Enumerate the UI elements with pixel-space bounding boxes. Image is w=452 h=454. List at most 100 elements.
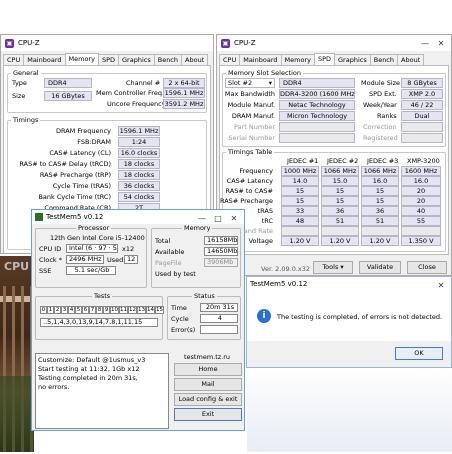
close-icon[interactable]: ✕: [433, 39, 449, 48]
cell: 1.20 V: [361, 236, 399, 246]
size-value: 16 GBytes: [44, 91, 92, 101]
trp-value: 18 clocks: [118, 170, 160, 180]
close-icon[interactable]: ✕: [226, 214, 242, 223]
test-cell-9: 9: [103, 306, 110, 314]
cpuz-title-bar: ▣ CPU-Z: [1, 35, 213, 51]
test-cell-4: 4: [68, 306, 75, 314]
cell: 16.0: [401, 176, 441, 186]
cell: 1066 MHz: [321, 166, 359, 176]
slot-group: Memory Slot Selection Slot #2 ▾ DDR4 Mod…: [222, 69, 446, 147]
type-label: Type: [12, 79, 27, 87]
dram-frequency-value: 1596.1 MHz: [118, 126, 160, 136]
module-size-label: Module Size: [361, 79, 401, 87]
cell: 15.0: [321, 176, 359, 186]
slot-select[interactable]: Slot #2 ▾: [225, 78, 275, 88]
test-cell-10: 10: [110, 306, 119, 314]
cell: [361, 226, 399, 236]
exit-button[interactable]: Exit: [174, 408, 242, 421]
test-cell-8: 8: [96, 306, 103, 314]
serial-number-label: Serial Number: [228, 134, 275, 142]
validate-button[interactable]: Validate: [359, 261, 401, 274]
maximize-icon[interactable]: □: [210, 214, 226, 223]
tab-memory[interactable]: Memory: [64, 53, 99, 65]
tab-spd[interactable]: SPD: [97, 54, 120, 65]
cycle-label: Cycle: [171, 315, 189, 323]
tab-memory[interactable]: Memory: [280, 54, 315, 65]
sse-value: 5.1 sec/Gb: [66, 266, 116, 275]
ok-button[interactable]: OK: [395, 347, 443, 360]
row-label-tras: tRAS: [257, 207, 273, 215]
correction-label: Correction: [363, 123, 397, 131]
module-size-value: 8 GBytes: [401, 78, 443, 88]
row-label-voltage: Voltage: [248, 237, 273, 245]
row-label-frequency: Frequency: [239, 167, 273, 175]
minimize-icon[interactable]: —: [417, 39, 433, 48]
tab-spd[interactable]: SPD: [313, 53, 336, 65]
type-value: DDR4: [44, 78, 92, 88]
cpu-id-cores: x12: [122, 245, 135, 253]
used-label: Used: [107, 256, 124, 264]
status-group: Status Time 20m 31s Cycle 4 Error(s): [167, 292, 241, 340]
test-cell-3: 3: [61, 306, 68, 314]
tab-bench[interactable]: Bench: [369, 54, 399, 65]
total-value: 16158Mb: [204, 236, 238, 245]
load-config-button[interactable]: Load config & exit: [174, 393, 242, 406]
part-number-label: Part Number: [233, 123, 275, 131]
spd-ext-label: SPD Ext.: [369, 90, 397, 98]
log-line: no errors.: [38, 383, 70, 391]
cell: 15: [281, 196, 319, 206]
log-textarea[interactable]: Customize: Default @1usmus_v3 Start test…: [35, 353, 169, 429]
tools-button[interactable]: Tools ▾: [313, 261, 353, 274]
spd-tab-bar: CPU Mainboard Memory SPD Graphics Bench …: [219, 53, 425, 65]
version-text: Ver. 2.09.0.x32: [261, 265, 311, 273]
close-icon[interactable]: ✕: [433, 281, 449, 290]
tab-graphics[interactable]: Graphics: [334, 54, 371, 65]
testmem-title: TestMem5 v0.12: [46, 213, 104, 221]
dram-manuf-label: DRAM Manuf.: [231, 112, 275, 120]
tab-cpu[interactable]: CPU: [219, 54, 241, 65]
dram-frequency-label: DRAM Frequency: [56, 127, 111, 135]
log-line: Testing completed in 20m 31s,: [38, 374, 138, 382]
status-legend: Status: [192, 292, 217, 300]
site-link[interactable]: testmem.tz.ru: [184, 353, 230, 361]
cell: 15: [321, 186, 359, 196]
mem-controller-freq-value: 1596.1 MHz: [163, 88, 205, 98]
cell: 48: [281, 216, 319, 226]
trcd-value: 18 clocks: [118, 159, 160, 169]
chevron-down-icon: ▾: [340, 263, 344, 271]
cell: 1000 MHz: [281, 166, 319, 176]
minimize-icon[interactable]: —: [194, 214, 210, 223]
home-button[interactable]: Home: [174, 363, 242, 376]
cell: 51: [361, 216, 399, 226]
serial-number-value: [279, 133, 355, 143]
close-button[interactable]: Close: [407, 261, 447, 274]
cpu-id-value: Intel (6 · 97 · 5): [66, 244, 118, 253]
cell: 20: [401, 196, 441, 206]
tab-graphics[interactable]: Graphics: [118, 54, 155, 65]
cpuz-spd-window: ▣ CPU-Z — ✕ CPU Mainboard Memory SPD Gra…: [216, 34, 452, 276]
timings-table-group: Timings Table JEDEC #1 JEDEC #2 JEDEC #3…: [220, 148, 446, 252]
tab-cpu[interactable]: CPU: [3, 54, 25, 65]
trcd-label: RAS# to CAS# Delay (tRCD): [19, 160, 111, 168]
cell: 40: [401, 206, 441, 216]
tab-bench[interactable]: Bench: [153, 54, 183, 65]
trc-label: Bank Cycle Time (tRC): [38, 193, 111, 201]
errors-label: Error(s): [171, 326, 196, 334]
test-cell-2: 2: [54, 306, 61, 314]
test-cell-11: 11: [119, 306, 128, 314]
cell: 14.0: [281, 176, 319, 186]
test-cell-1: 1: [47, 306, 54, 314]
tab-mainboard[interactable]: Mainboard: [239, 54, 282, 65]
tab-mainboard[interactable]: Mainboard: [23, 54, 66, 65]
mail-button[interactable]: Mail: [174, 378, 242, 391]
completion-dialog: TestMem5 v0.12 ✕ i The testing is comple…: [246, 276, 452, 368]
correction-value: [401, 122, 443, 132]
tab-about[interactable]: About: [397, 54, 425, 65]
clock-label: Clock *: [39, 256, 62, 264]
log-line: Customize: Default @1usmus_v3: [38, 356, 146, 364]
cell: 1.20 V: [281, 236, 319, 246]
slot-select-value: Slot #2: [228, 79, 253, 87]
tab-about[interactable]: About: [181, 54, 209, 65]
cell: 1.350 V: [401, 236, 441, 246]
processor-group: Processor 12th Gen Intel Core i5-12400 C…: [35, 224, 147, 288]
